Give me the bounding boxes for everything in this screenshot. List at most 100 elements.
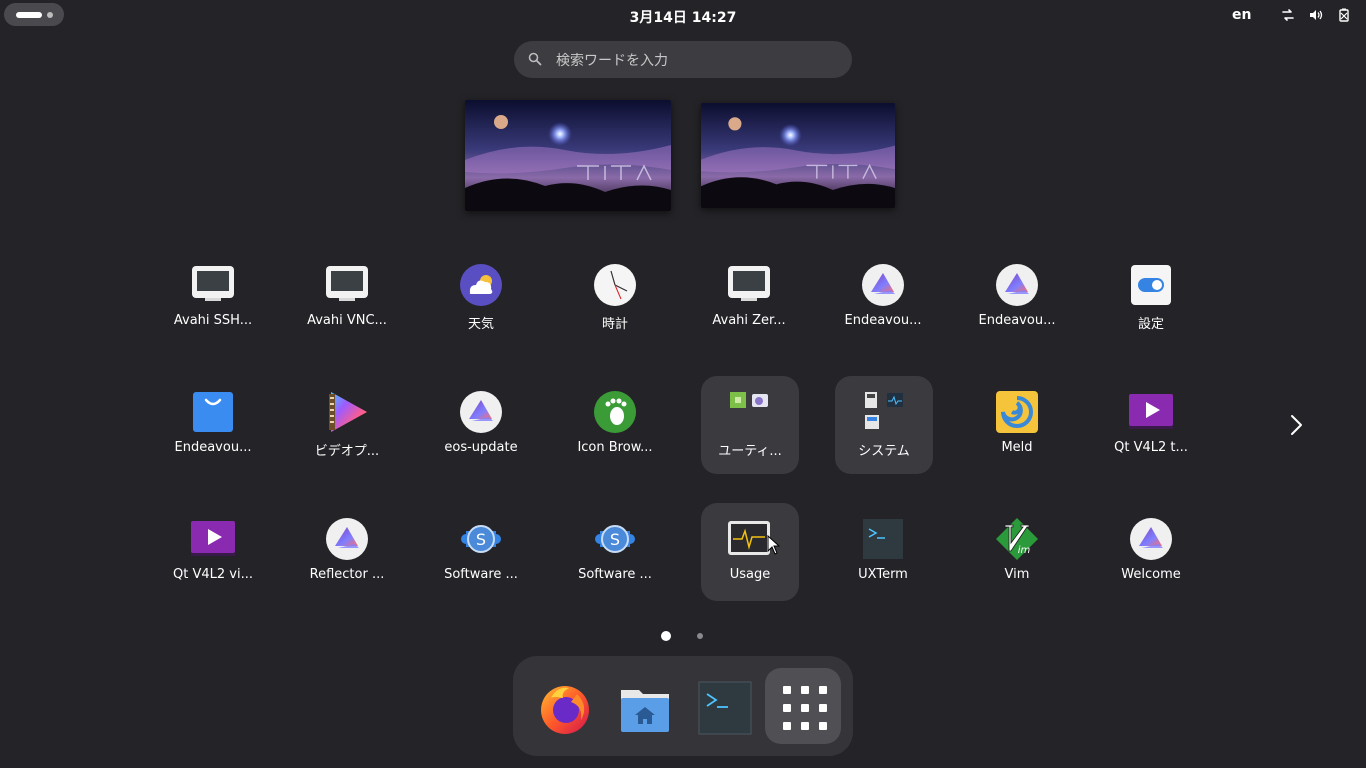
app-reflector[interactable]: Reflector ... [298, 503, 396, 601]
monitor-icon [192, 266, 234, 301]
app-video-player[interactable]: ビデオプ... [298, 376, 396, 474]
app-label: 設定 [1137, 317, 1164, 332]
app-avahi-zeroconf[interactable]: Avahi Zer... [700, 249, 798, 347]
app-endeavour-1[interactable]: Endeavou... [834, 249, 932, 347]
top-bar: 3月14日 14:27 en [0, 0, 1366, 30]
clock-text: 3月14日 14:27 [629, 10, 737, 26]
endeavour-icon [996, 264, 1038, 306]
dock-terminal[interactable] [685, 668, 761, 744]
app-settings[interactable]: 設定 [1102, 249, 1200, 347]
app-qt-v4l2-viewer[interactable]: Qt V4L2 vi... [164, 503, 262, 601]
app-usage[interactable]: Usage [701, 503, 799, 601]
terminal-icon [698, 681, 752, 735]
app-label: Qt V4L2 t... [1114, 440, 1188, 455]
app-label: UXTerm [858, 567, 908, 582]
app-label: Avahi SSH... [173, 313, 253, 328]
app-label: Avahi Zer... [712, 313, 786, 328]
endeavour-icon [326, 518, 368, 560]
app-label: ビデオプ... [314, 444, 380, 459]
monitor-icon [326, 266, 368, 301]
usage-monitor-icon [728, 521, 770, 555]
app-avahi-ssh[interactable]: Avahi SSH... [164, 249, 262, 347]
wallpaper-image [701, 103, 895, 208]
app-meld[interactable]: Meld [968, 376, 1066, 474]
shopping-bag-icon [193, 392, 233, 432]
monitor-icon [728, 266, 770, 301]
app-folder-system[interactable]: システム [835, 376, 933, 474]
folder-system-icon [865, 392, 903, 429]
app-label: Avahi VNC... [307, 313, 387, 328]
endeavour-icon [1130, 518, 1172, 560]
dock-files[interactable] [605, 668, 681, 744]
app-label: eos-update [444, 440, 518, 455]
clock-icon [594, 264, 636, 306]
firefox-icon [541, 686, 589, 734]
home-folder-icon [621, 690, 669, 732]
app-qt-v4l2-test[interactable]: Qt V4L2 t... [1102, 376, 1200, 474]
app-software-1[interactable]: S Software ... [432, 503, 530, 601]
settings-toggle-icon [1131, 265, 1171, 305]
dock-firefox[interactable] [525, 668, 601, 744]
svg-text:im: im [1018, 545, 1031, 556]
app-label: Welcome [1121, 567, 1181, 582]
page-indicator-1[interactable] [661, 631, 671, 641]
input-language[interactable]: en [1232, 7, 1251, 23]
meld-icon [996, 391, 1038, 433]
dock-show-apps[interactable] [765, 668, 841, 744]
svg-text:S: S [476, 530, 486, 549]
endeavour-icon [862, 264, 904, 306]
app-label: Icon Brow... [577, 440, 653, 455]
app-eos-update[interactable]: eos-update [432, 376, 530, 474]
app-uxterm[interactable]: UXTerm [834, 503, 932, 601]
network-wired-icon[interactable] [1280, 7, 1296, 23]
weather-icon [460, 264, 502, 306]
app-endeavour-store[interactable]: Endeavou... [164, 376, 262, 474]
software-icon: S [595, 525, 635, 553]
app-endeavour-2[interactable]: Endeavou... [968, 249, 1066, 347]
app-icon-browser[interactable]: Icon Brow... [566, 376, 664, 474]
qt-v4l2-icon [191, 521, 235, 556]
terminal-icon [863, 519, 903, 559]
endeavour-icon [460, 391, 502, 433]
app-label: システム [858, 444, 910, 459]
app-label: Meld [1001, 440, 1033, 455]
app-avahi-vnc[interactable]: Avahi VNC... [298, 249, 396, 347]
volume-icon[interactable] [1308, 7, 1324, 23]
app-label: Vim [1004, 567, 1030, 582]
page-indicator-2[interactable] [697, 633, 703, 639]
vim-icon: im [996, 518, 1038, 560]
app-label: 天気 [467, 317, 494, 332]
workspace-thumbnail-2[interactable] [701, 103, 895, 208]
app-welcome[interactable]: Welcome [1102, 503, 1200, 601]
folder-utilities-icon [730, 392, 768, 408]
mouse-cursor-icon [767, 535, 781, 555]
search-box[interactable] [514, 41, 852, 80]
gnome-foot-icon [594, 391, 636, 433]
app-label: 時計 [601, 317, 628, 332]
app-software-2[interactable]: S Software ... [566, 503, 664, 601]
app-label: Endeavou... [844, 313, 922, 328]
app-label: Qt V4L2 vi... [173, 567, 253, 582]
video-player-icon [329, 392, 367, 432]
svg-text:S: S [610, 530, 620, 549]
wallpaper-image [465, 100, 671, 211]
software-icon: S [461, 525, 501, 553]
chevron-right-icon[interactable] [1284, 412, 1308, 438]
app-label: Software ... [578, 567, 652, 582]
app-clock[interactable]: 時計 [566, 249, 664, 347]
app-label: ユーティ... [718, 444, 782, 459]
app-label: Endeavou... [174, 440, 252, 455]
app-label: Reflector ... [309, 567, 385, 582]
app-label: Software ... [444, 567, 518, 582]
search-input[interactable] [554, 41, 838, 80]
workspace-thumbnail-1[interactable] [465, 100, 671, 211]
dock [513, 656, 853, 756]
battery-icon[interactable] [1336, 7, 1352, 23]
clock[interactable]: 3月14日 14:27 [0, 7, 1366, 27]
app-label: Endeavou... [978, 313, 1056, 328]
app-vim[interactable]: im Vim [968, 503, 1066, 601]
app-folder-utilities[interactable]: ユーティ... [701, 376, 799, 474]
qt-v4l2-icon [1129, 394, 1173, 429]
app-weather[interactable]: 天気 [432, 249, 530, 347]
search-icon [528, 52, 542, 66]
